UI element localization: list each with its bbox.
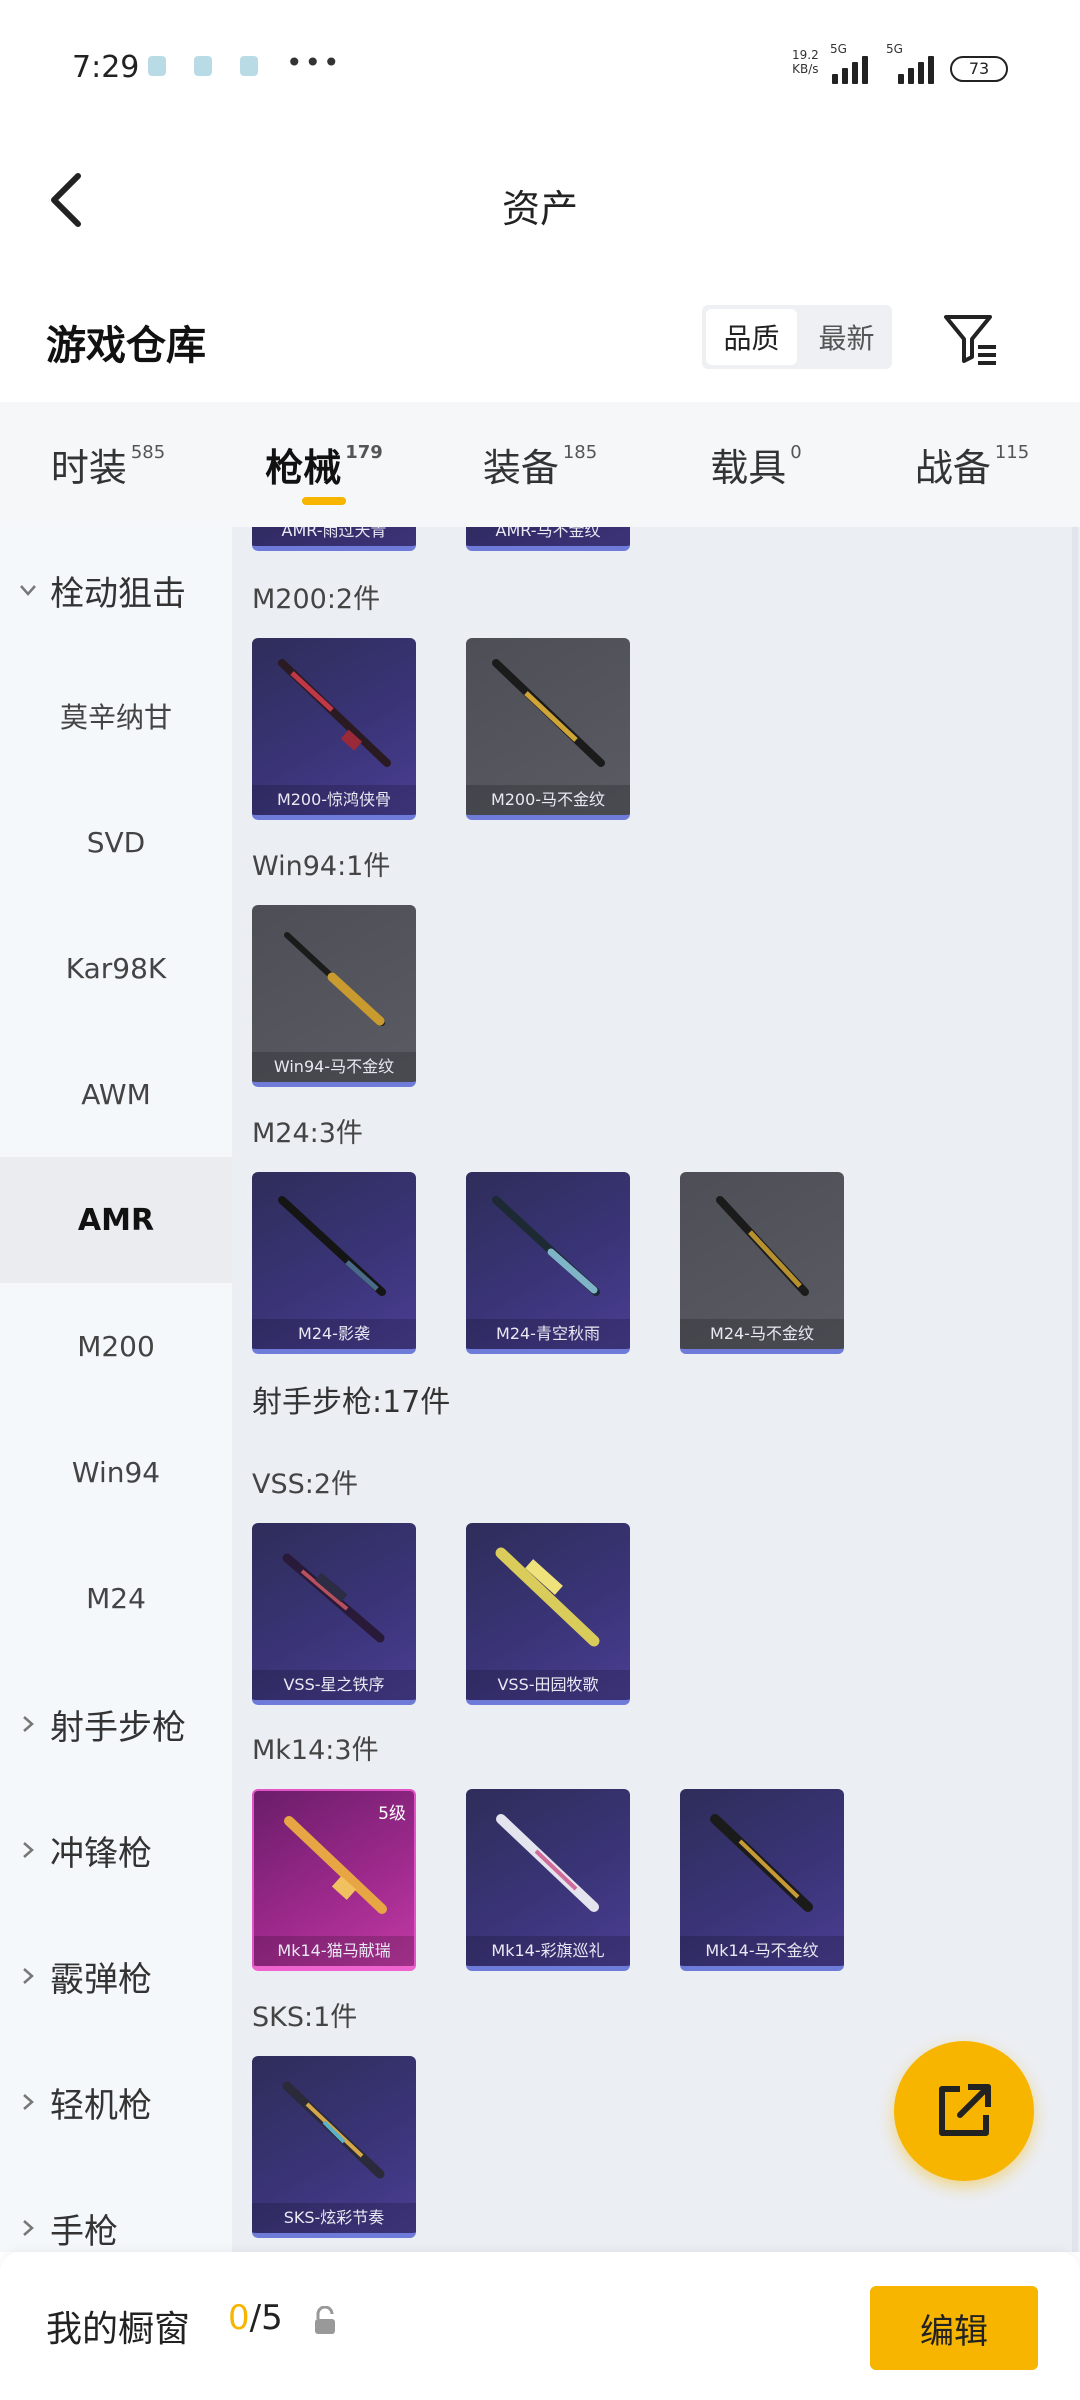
notification-icon-1	[148, 56, 166, 76]
sidebar-item-amr[interactable]: AMR	[0, 1157, 232, 1283]
app-screen: 7:29 ••• 19.2 KB/s 5G 5G 73 资产 游戏仓库 品质 最…	[0, 0, 1080, 2400]
rifle-icon	[278, 659, 391, 767]
skin-card[interactable]: M24-马不金纹	[680, 1172, 844, 1354]
skin-card[interactable]: M200-马不金纹	[466, 638, 630, 820]
more-notifications-icon: •••	[286, 46, 342, 79]
sort-option-newest[interactable]: 最新	[801, 305, 892, 369]
rifle-icon	[495, 1547, 600, 1647]
skin-card[interactable]: VSS-田园牧歌	[466, 1523, 630, 1705]
skin-card[interactable]: SKS-炫彩节奏	[252, 2056, 416, 2238]
share-external-icon	[939, 2084, 991, 2136]
sidebar-group-pistol[interactable]: 手枪	[0, 2165, 232, 2252]
group-label: VSS:2件	[252, 1469, 359, 1500]
battery-icon: 73	[950, 56, 1008, 82]
level-badge: 5级	[378, 1804, 406, 1824]
sidebar-item-m200[interactable]: M200	[0, 1283, 232, 1409]
page-title: 资产	[501, 187, 578, 231]
weapon-category-sidebar: 栓动狙击 莫辛纳甘 SVD Kar98K AWM AMR M200 Win94 …	[0, 527, 232, 2252]
showcase-label: 我的橱窗	[46, 2309, 191, 2350]
group-label: SKS:1件	[252, 2002, 358, 2033]
tab-firearms[interactable]: 枪械 179	[216, 402, 432, 527]
sidebar-item-kar98k[interactable]: Kar98K	[0, 905, 232, 1031]
group-label: Win94:1件	[252, 851, 391, 882]
scrollbar[interactable]	[1072, 527, 1078, 2252]
sidebar-item-m24[interactable]: M24	[0, 1535, 232, 1661]
rifle-icon	[716, 1196, 809, 1296]
skin-card[interactable]: 5级 Mk14-猫马献瑞	[252, 1789, 416, 1971]
skin-card[interactable]: M24-青空秋雨	[466, 1172, 630, 1354]
rifle-icon	[282, 1553, 385, 1643]
rifle-icon	[710, 1814, 813, 1912]
chevron-right-icon	[23, 2220, 34, 2236]
chevron-right-icon	[23, 2094, 34, 2110]
sidebar-group-bolt-action[interactable]: 栓动狙击	[0, 527, 232, 653]
active-tab-indicator	[302, 497, 346, 505]
notification-icon-3	[240, 56, 258, 76]
sidebar-group-smg[interactable]: 冲锋枪	[0, 1787, 232, 1913]
skin-card[interactable]: AMR-马不金纹	[466, 527, 630, 551]
rifle-icon	[284, 932, 385, 1026]
tab-equipment[interactable]: 装备 185	[432, 402, 648, 527]
sidebar-group-shotgun[interactable]: 霰弹枪	[0, 1913, 232, 2039]
showcase-count: 0/5	[228, 2298, 283, 2338]
group-label: M24:3件	[252, 1118, 363, 1149]
skin-grid: AMR-雨过天青 AMR-马不金纹 M200:2件 M200-惊鸿侠骨 M200…	[232, 527, 1080, 2252]
group-label: Mk14:3件	[252, 1735, 379, 1766]
chevron-right-icon	[23, 1716, 34, 1732]
chevron-right-icon	[23, 1968, 34, 1984]
sidebar-group-lmg[interactable]: 轻机枪	[0, 2039, 232, 2165]
skin-card[interactable]: AMR-雨过天青	[252, 527, 416, 551]
skin-card[interactable]: Mk14-马不金纹	[680, 1789, 844, 1971]
rifle-icon	[492, 659, 605, 767]
signal-icon-1	[832, 52, 868, 84]
sidebar-item-awm[interactable]: AWM	[0, 1031, 232, 1157]
skin-card[interactable]: M200-惊鸿侠骨	[252, 638, 416, 820]
group-label: 射手步枪:17件	[252, 1385, 451, 1420]
tab-vehicles[interactable]: 载具 0	[648, 402, 864, 527]
sort-toggle: 品质 最新	[702, 305, 892, 369]
group-label: M200:2件	[252, 584, 381, 615]
rifle-icon	[282, 2081, 385, 2179]
sidebar-item-mosin[interactable]: 莫辛纳甘	[0, 653, 232, 779]
section-title: 游戏仓库	[46, 323, 206, 369]
tab-fashion[interactable]: 时装 585	[0, 402, 216, 527]
showcase-bar: 我的橱窗 0/5 编辑	[0, 2252, 1080, 2400]
edit-button[interactable]: 编辑	[870, 2286, 1038, 2370]
sidebar-item-svd[interactable]: SVD	[0, 779, 232, 905]
lock-icon	[315, 2306, 335, 2334]
skin-card[interactable]: M24-影袭	[252, 1172, 416, 1354]
rifle-icon	[492, 1196, 600, 1296]
notification-icons	[148, 56, 258, 76]
skin-card[interactable]: Mk14-彩旗巡礼	[466, 1789, 630, 1971]
rifle-icon	[496, 1814, 599, 1912]
status-time: 7:29	[72, 50, 140, 85]
sidebar-item-win94[interactable]: Win94	[0, 1409, 232, 1535]
skin-card[interactable]: VSS-星之铁序	[252, 1523, 416, 1705]
filter-button[interactable]	[940, 309, 1000, 369]
rifle-icon	[278, 1196, 386, 1296]
chevron-down-icon	[20, 585, 36, 596]
filter-icon	[944, 315, 996, 365]
section-header: 游戏仓库 品质 最新	[0, 285, 1080, 395]
signal-icon-2	[898, 52, 934, 84]
tab-supplies[interactable]: 战备 115	[864, 402, 1080, 527]
sort-option-quality[interactable]: 品质	[706, 309, 797, 365]
chevron-right-icon	[23, 1842, 34, 1858]
skin-card[interactable]: Win94-马不金纹	[252, 905, 416, 1087]
sidebar-group-marksman[interactable]: 射手步枪	[0, 1661, 232, 1787]
top-nav: 资产	[0, 140, 1080, 260]
category-tabs: 时装 585 枪械 179 装备 185 载具 0 战备 115	[0, 402, 1080, 527]
notification-icon-2	[194, 56, 212, 76]
share-button[interactable]	[894, 2041, 1034, 2181]
status-bar: 7:29 ••• 19.2 KB/s 5G 5G 73	[0, 0, 1080, 140]
network-speed: 19.2 KB/s	[792, 48, 819, 76]
